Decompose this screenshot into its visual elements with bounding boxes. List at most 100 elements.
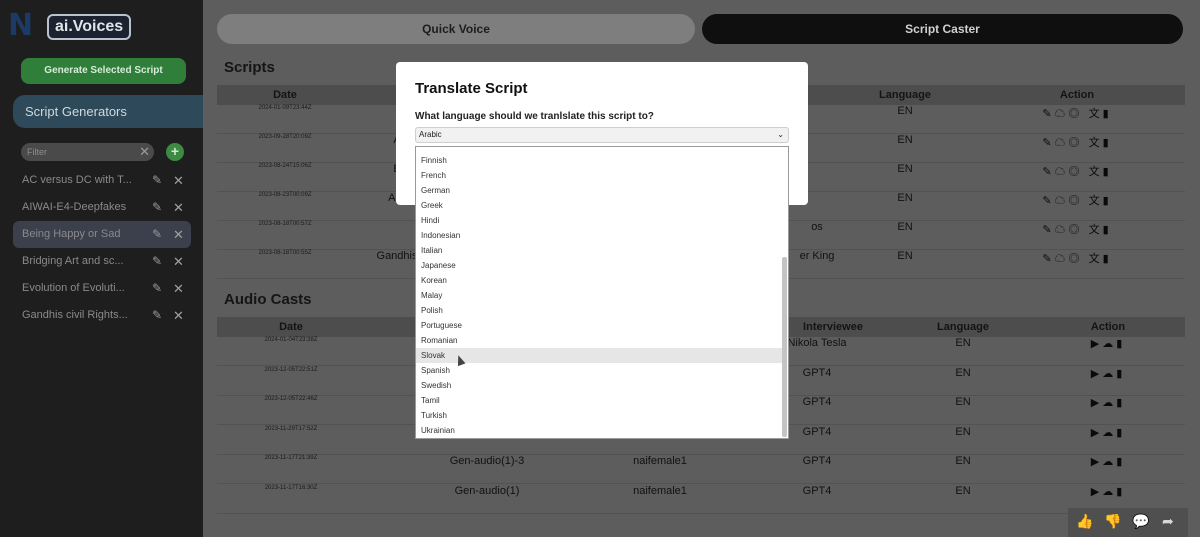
sidebar-script-item[interactable]: Evolution of Evoluti... ✎ ✕ — [13, 275, 191, 302]
language-option[interactable]: Malay — [416, 288, 782, 303]
row-date: 2023-08-18T00:57Z — [258, 221, 312, 227]
tab-quick-voice[interactable]: Quick Voice — [217, 14, 695, 44]
row-action-icons[interactable]: ✎☁◎ 文▮ — [1042, 105, 1111, 121]
row-action-icons[interactable]: ✎☁◎ 文▮ — [1042, 163, 1111, 179]
filter-input[interactable]: Filter ✕ — [21, 143, 154, 161]
delete-icon[interactable]: ✕ — [173, 194, 184, 221]
sidebar-script-item[interactable]: AC versus DC with T... ✎ ✕ — [13, 167, 191, 194]
edit-icon[interactable]: ✎ — [152, 248, 162, 275]
chevron-down-icon: ⌄ — [777, 130, 784, 139]
delete-icon[interactable]: ✕ — [173, 221, 184, 248]
row-action-icons[interactable]: ▶☁▮ — [1091, 396, 1126, 409]
row-date: 2023-08-23T00:09Z — [258, 192, 312, 198]
row-language: EN — [955, 484, 971, 497]
script-generators-tab[interactable]: Script Generators — [13, 95, 203, 128]
comment-icon[interactable]: 💬 — [1132, 508, 1149, 537]
row-action-icons[interactable]: ✎☁◎ 文▮ — [1042, 192, 1111, 208]
row-date: 2023-12-05T22:46Z — [264, 396, 318, 402]
modal-title: Translate Script — [415, 80, 528, 97]
language-option[interactable]: Turkish — [416, 408, 782, 423]
language-option[interactable]: Swedish — [416, 378, 782, 393]
tab-script-caster[interactable]: Script Caster — [702, 14, 1183, 44]
delete-icon[interactable]: ✕ — [173, 248, 184, 275]
language-select-value: Arabic — [419, 130, 442, 139]
row-action-icons[interactable]: ▶☁▮ — [1091, 485, 1126, 498]
sidebar-script-label: AC versus DC with T... — [22, 174, 132, 186]
delete-icon[interactable]: ✕ — [173, 302, 184, 329]
share-icon[interactable]: ➦ — [1162, 508, 1174, 537]
delete-icon[interactable]: ✕ — [173, 167, 184, 194]
row-action-icons[interactable]: ▶☁▮ — [1091, 337, 1126, 350]
row-interviewee: Nikola Tesla — [787, 337, 847, 349]
row-action-icons[interactable]: ▶☁▮ — [1091, 426, 1126, 439]
row-extra: er King — [799, 250, 835, 262]
row-action-icons[interactable]: ▶☁▮ — [1091, 367, 1126, 380]
audio-row[interactable]: 2023-11-17T21:39Z Gen-audio(1)-3 naifemale… — [217, 455, 1185, 484]
language-option[interactable]: Ukrainian — [416, 423, 782, 438]
language-option[interactable]: Polish — [416, 303, 782, 318]
col-interviewee: Interviewee — [803, 321, 863, 333]
row-action-icons[interactable]: ✎☁◎ 文▮ — [1042, 250, 1111, 266]
language-dropdown-list[interactable]: Finnish French German Greek Hindi Indonesian I… — [415, 146, 789, 439]
sidebar-script-item-selected[interactable]: Being Happy or Sad ✎ ✕ — [13, 221, 191, 248]
row-name: Gandhis — [376, 250, 418, 262]
language-option[interactable]: Finnish — [416, 153, 782, 168]
modal-question: What language should we tranlslate this … — [415, 111, 654, 122]
language-option-highlighted[interactable]: Slovak — [416, 348, 782, 363]
edit-icon[interactable]: ✎ — [152, 167, 162, 194]
sidebar-script-item[interactable]: Gandhis civil Rights... ✎ ✕ — [13, 302, 191, 329]
row-language: EN — [897, 221, 913, 233]
row-interviewee: GPT4 — [802, 396, 832, 408]
delete-icon[interactable]: ✕ — [173, 275, 184, 302]
language-option[interactable]: Greek — [416, 198, 782, 213]
language-select[interactable]: Arabic ⌄ — [415, 127, 789, 143]
language-option[interactable]: French — [416, 168, 782, 183]
row-language: EN — [897, 192, 913, 204]
col-language: Language — [879, 89, 931, 101]
language-option[interactable]: Hindi — [416, 213, 782, 228]
sidebar-script-label: Bridging Art and sc... — [22, 255, 124, 267]
edit-icon[interactable]: ✎ — [152, 221, 162, 248]
language-option[interactable]: Japanese — [416, 258, 782, 273]
thumbs-down-icon[interactable]: 👎 — [1104, 508, 1121, 537]
sidebar-script-item[interactable]: Bridging Art and sc... ✎ ✕ — [13, 248, 191, 275]
row-date: 2024-01-04T23:38Z — [264, 337, 318, 343]
row-action-icons[interactable]: ✎☁◎ 文▮ — [1042, 134, 1111, 150]
add-script-button[interactable]: + — [166, 143, 184, 161]
clear-filter-icon[interactable]: ✕ — [139, 143, 150, 161]
row-language: EN — [897, 163, 913, 175]
language-option[interactable]: Tamil — [416, 393, 782, 408]
language-option[interactable]: Italian — [416, 243, 782, 258]
language-option[interactable]: Spanish — [416, 363, 782, 378]
row-action-icons[interactable]: ✎☁◎ 文▮ — [1042, 221, 1111, 237]
generate-selected-script-button[interactable]: Generate Selected Script — [21, 58, 186, 84]
sidebar-script-label: Being Happy or Sad — [22, 228, 121, 240]
audio-row[interactable]: 2023-11-17T16:30Z Gen-audio(1) naifemale1 G… — [217, 485, 1185, 514]
row-date: 2023-12-05T22:51Z — [264, 366, 318, 373]
row-language: EN — [955, 396, 971, 408]
row-language: EN — [955, 337, 971, 349]
row-voice: naifemale1 — [633, 455, 687, 467]
row-language: EN — [955, 425, 971, 438]
dropdown-scrollbar[interactable] — [782, 257, 787, 437]
col-language: Language — [937, 321, 989, 333]
col-action: Action — [1059, 89, 1095, 101]
row-language: EN — [897, 105, 913, 117]
edit-icon[interactable]: ✎ — [152, 194, 162, 221]
thumbs-up-icon[interactable]: 👍 — [1076, 508, 1093, 537]
sidebar-script-item[interactable]: AIWAI-E4-Deepfakes ✎ ✕ — [13, 194, 191, 221]
row-action-icons[interactable]: ▶☁▮ — [1091, 455, 1126, 468]
row-interviewee: GPT4 — [802, 484, 832, 497]
edit-icon[interactable]: ✎ — [152, 302, 162, 329]
language-option[interactable]: Portuguese — [416, 318, 782, 333]
col-date: Date — [279, 321, 303, 333]
language-option[interactable]: German — [416, 183, 782, 198]
sidebar-script-label: Evolution of Evoluti... — [22, 282, 125, 294]
row-voice: naifemale1 — [633, 484, 687, 497]
row-date: 2023-08-18T00:55Z — [258, 250, 312, 256]
language-option[interactable]: Indonesian — [416, 228, 782, 243]
edit-icon[interactable]: ✎ — [152, 275, 162, 302]
brand-name: ai.Voices — [47, 14, 132, 40]
language-option[interactable]: Romanian — [416, 333, 782, 348]
language-option[interactable]: Korean — [416, 273, 782, 288]
